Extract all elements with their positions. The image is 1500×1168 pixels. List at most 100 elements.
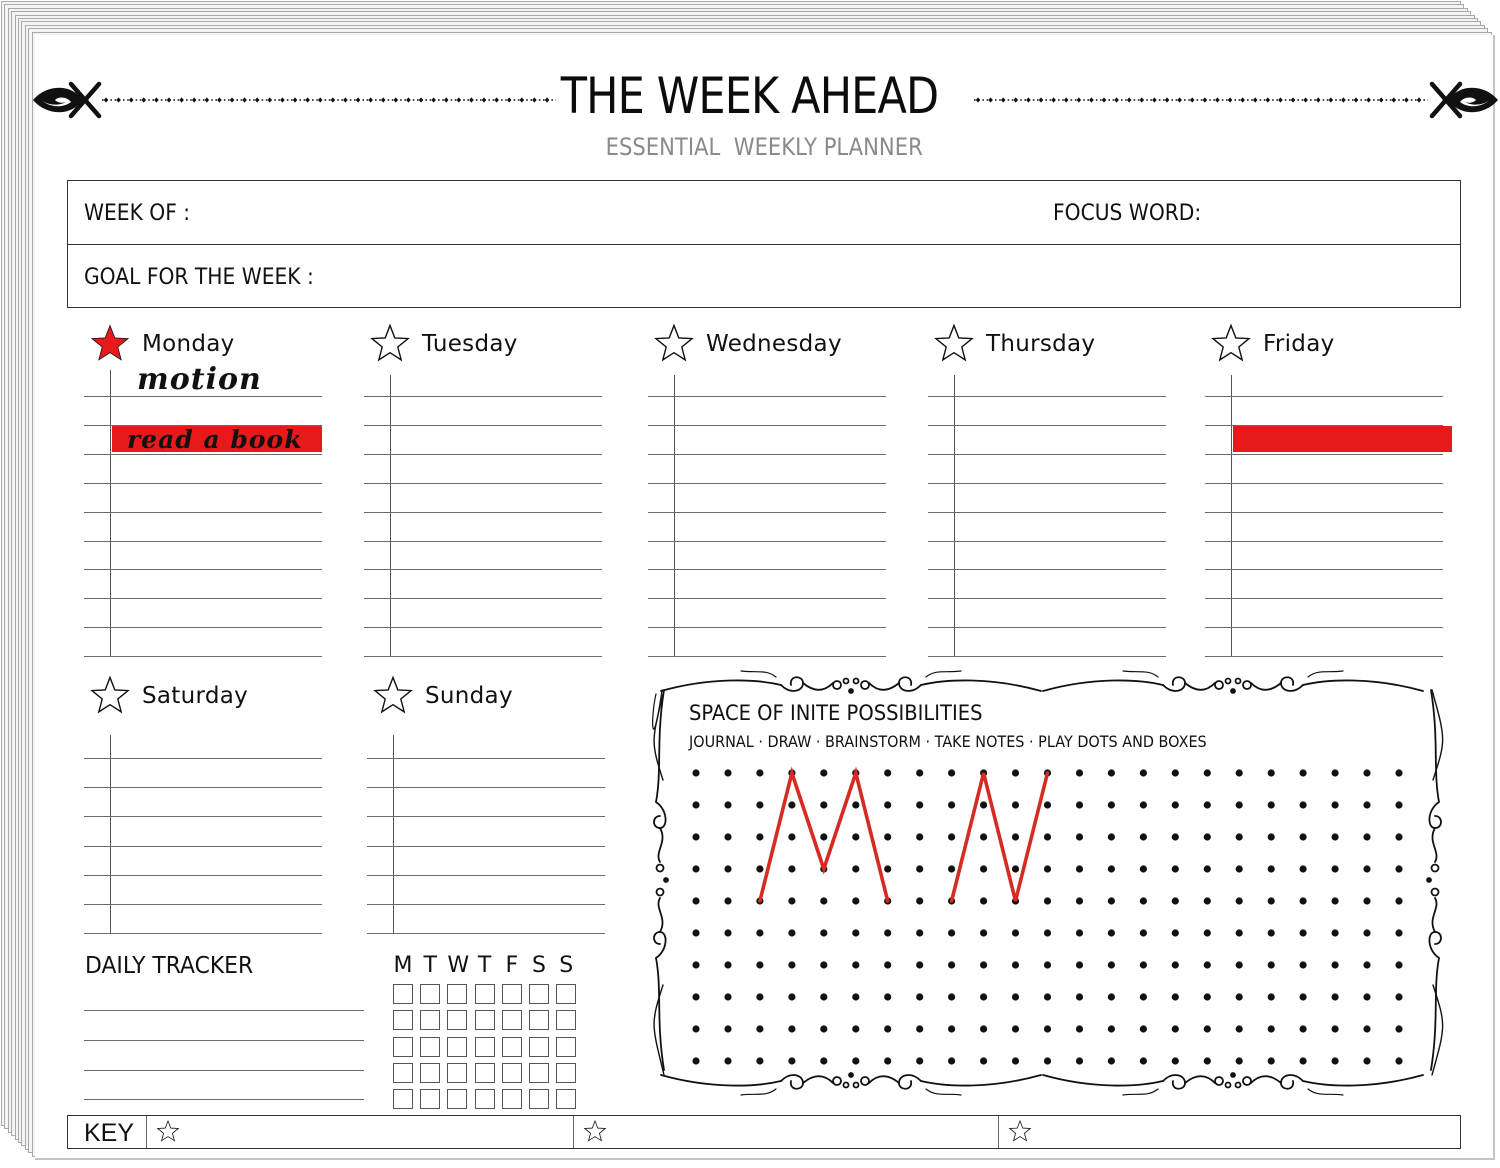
tracker-checkbox[interactable] [501,1089,522,1110]
tracker-checkbox[interactable] [474,1062,495,1083]
tracker-checkbox[interactable] [420,1062,441,1083]
writing-line[interactable] [84,453,322,455]
writing-line[interactable] [648,482,886,484]
writing-line[interactable] [648,453,886,455]
writing-line[interactable] [928,511,1166,513]
writing-line[interactable] [364,511,602,513]
habit-line[interactable] [84,1040,364,1041]
tracker-checkbox[interactable] [556,1036,577,1057]
writing-line[interactable] [364,540,602,542]
habit-line[interactable] [84,1010,364,1011]
writing-line[interactable] [928,540,1166,542]
writing-line[interactable] [84,627,322,629]
key-item-field[interactable] [613,1118,992,1146]
writing-line[interactable] [84,482,322,484]
tracker-checkbox[interactable] [420,1010,441,1031]
writing-line[interactable] [1205,511,1443,513]
writing-line[interactable] [648,598,886,600]
tracker-checkbox[interactable] [474,1089,495,1110]
tracker-checkbox[interactable] [556,984,577,1004]
writing-line[interactable] [1205,396,1443,397]
tracker-checkbox[interactable] [529,1010,549,1031]
writing-line[interactable] [84,511,322,513]
tracker-checkbox[interactable] [501,1036,522,1057]
writing-line[interactable] [84,874,322,876]
writing-line[interactable] [367,874,605,876]
key-item-field[interactable] [1038,1118,1454,1146]
writing-line[interactable] [1205,453,1443,455]
tracker-checkbox[interactable] [447,1010,468,1031]
writing-line[interactable] [84,845,322,847]
writing-line[interactable] [928,656,1166,658]
tracker-checkbox[interactable] [529,984,549,1004]
writing-line[interactable] [364,482,602,484]
writing-line[interactable] [84,540,322,542]
star-outline-icon[interactable] [933,322,975,364]
writing-line[interactable] [1205,540,1443,542]
tracker-checkbox[interactable] [393,1062,413,1083]
writing-line[interactable] [928,424,1166,426]
tracker-checkbox[interactable] [556,1089,577,1110]
week-of-field[interactable] [218,195,1038,231]
tracker-checkbox[interactable] [420,1089,441,1110]
writing-line[interactable] [364,569,602,571]
writing-line[interactable] [364,453,602,455]
writing-line[interactable] [367,758,605,759]
writing-line[interactable] [648,396,886,397]
writing-line[interactable] [648,569,886,571]
writing-line[interactable] [367,845,605,847]
writing-line[interactable] [84,787,322,789]
writing-line[interactable] [364,396,602,397]
tracker-checkbox[interactable] [393,984,413,1004]
key-item-field[interactable] [186,1118,567,1146]
writing-line[interactable] [84,656,322,658]
writing-line[interactable] [928,482,1166,484]
star-outline-icon[interactable] [369,322,411,364]
writing-line[interactable] [84,816,322,818]
habit-line[interactable] [84,1070,364,1071]
tracker-checkbox[interactable] [501,1062,522,1083]
writing-line[interactable] [84,904,322,905]
writing-line[interactable] [367,787,605,789]
tracker-checkbox[interactable] [447,984,468,1004]
writing-line[interactable] [928,598,1166,600]
writing-line[interactable] [928,569,1166,571]
tracker-checkbox[interactable] [393,1036,413,1057]
star-filled-icon[interactable] [89,322,131,364]
writing-line[interactable] [364,627,602,629]
tracker-checkbox[interactable] [393,1010,413,1031]
tracker-checkbox[interactable] [529,1089,549,1110]
writing-line[interactable] [648,656,886,658]
star-outline-icon[interactable] [372,674,414,716]
tracker-checkbox[interactable] [447,1036,468,1057]
tracker-checkbox[interactable] [420,1036,441,1057]
writing-line[interactable] [1205,482,1443,484]
tracker-checkbox[interactable] [447,1089,468,1110]
writing-line[interactable] [84,758,322,759]
star-outline-icon[interactable] [89,674,131,716]
writing-line[interactable] [84,569,322,571]
writing-line[interactable] [648,511,886,513]
writing-line[interactable] [1205,569,1443,571]
star-outline-icon[interactable] [653,322,695,364]
tracker-checkbox[interactable] [474,1036,495,1057]
writing-line[interactable] [1205,656,1443,658]
tracker-checkbox[interactable] [501,984,522,1004]
tracker-checkbox[interactable] [474,1010,495,1031]
tracker-checkbox[interactable] [420,984,441,1004]
writing-line[interactable] [367,816,605,818]
tracker-checkbox[interactable] [501,1010,522,1031]
writing-line[interactable] [367,933,605,935]
writing-line[interactable] [367,904,605,905]
writing-line[interactable] [928,627,1166,629]
writing-line[interactable] [1205,598,1443,600]
tracker-checkbox[interactable] [447,1062,468,1083]
writing-line[interactable] [1205,627,1443,629]
tracker-checkbox[interactable] [556,1010,577,1031]
tracker-checkbox[interactable] [529,1036,549,1057]
writing-line[interactable] [648,424,886,426]
writing-line[interactable] [648,627,886,629]
star-outline-icon[interactable] [1210,322,1252,364]
goal-field[interactable] [348,257,1448,295]
tracker-checkbox[interactable] [529,1062,549,1083]
